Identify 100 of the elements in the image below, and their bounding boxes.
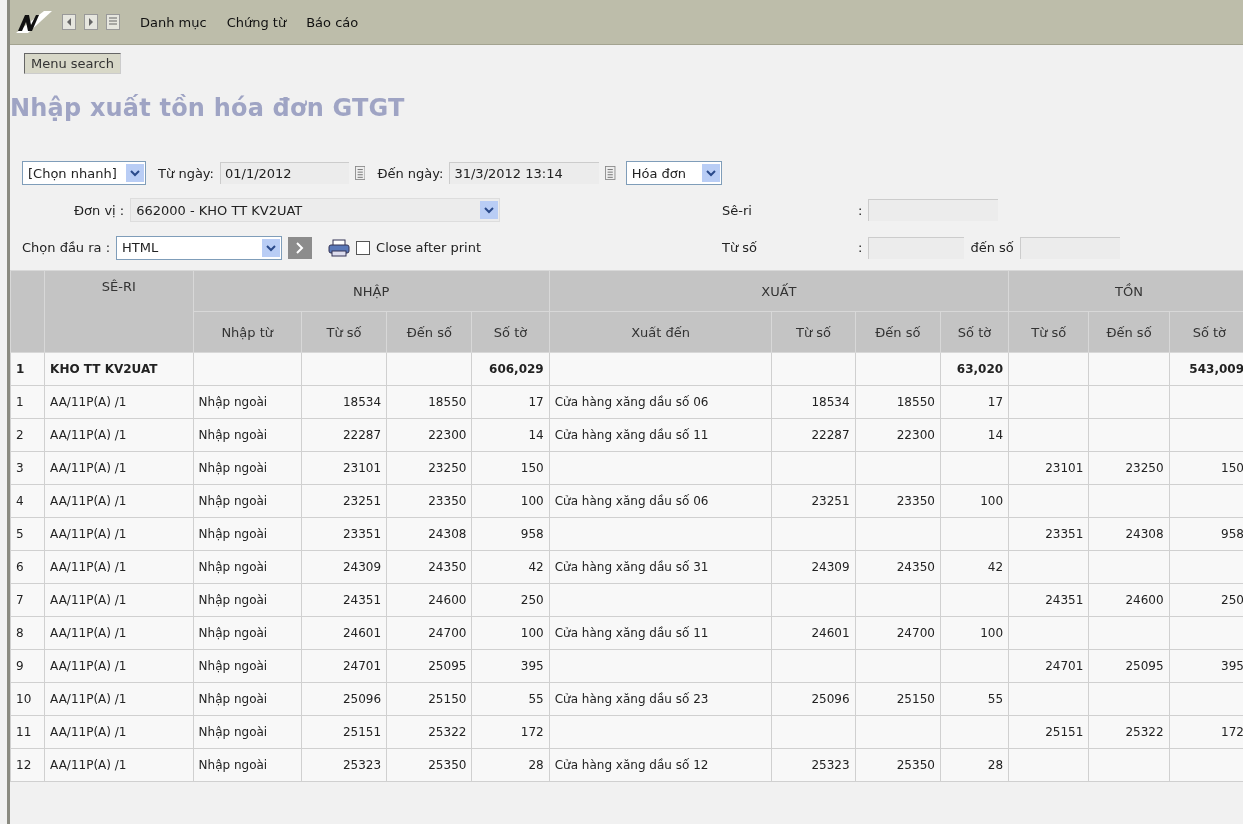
table-cell: 24351	[1008, 583, 1089, 617]
table-cell: 23101	[1008, 451, 1089, 485]
table-cell: Nhập ngoài	[193, 748, 302, 782]
table-cell: 395	[1169, 649, 1243, 683]
table-cell: Cửa hàng xăng dầu số 11	[549, 616, 772, 650]
row-number: 10	[10, 682, 45, 716]
table-cell: 22300	[386, 418, 472, 452]
table-cell: 23251	[301, 484, 387, 518]
from-date-field[interactable]: 01/1/2012	[220, 162, 349, 184]
table-cell: 23250	[1088, 451, 1170, 485]
table-cell: Cửa hàng xăng dầu số 12	[549, 748, 772, 782]
output-dropdown[interactable]: HTML	[116, 235, 283, 260]
menu-item[interactable]: Báo cáo	[306, 14, 359, 30]
table-cell: 17	[940, 385, 1009, 419]
checkbox-label: Close after print	[376, 240, 482, 256]
next-button[interactable]	[84, 14, 98, 30]
table-cell: KHO TT KV2UAT	[44, 352, 194, 386]
field-label: đến số	[970, 240, 1014, 256]
table-cell: 25150	[855, 682, 941, 716]
row-number: 3	[10, 451, 45, 485]
column-header: Từ số	[771, 311, 856, 353]
list-button[interactable]	[106, 14, 120, 30]
table-cell: 24701	[1008, 649, 1089, 683]
to-date-field[interactable]: 31/3/2012 13:14	[449, 162, 600, 184]
table-cell: 24309	[771, 550, 856, 584]
row-number: 8	[10, 616, 45, 650]
table-cell: 172	[471, 715, 550, 749]
checkbox[interactable]	[356, 240, 371, 255]
column-group-header: XUẤT	[549, 270, 1009, 312]
field-label: Đến ngày:	[377, 165, 444, 181]
table-cell: 25323	[771, 748, 856, 782]
table-cell: 172	[1169, 715, 1243, 749]
calendar-icon[interactable]	[355, 165, 366, 181]
document-type-dropdown[interactable]: Hóa đơn	[625, 161, 722, 185]
table-cell: 24600	[386, 583, 472, 617]
table-cell: 24309	[301, 550, 387, 584]
table-cell: Cửa hàng xăng dầu số 06	[549, 385, 772, 419]
row-number: 11	[10, 715, 45, 749]
table-cell: 150	[1169, 451, 1243, 485]
column-header: Xuất đến	[549, 311, 772, 353]
table-cell: Cửa hàng xăng dầu số 31	[549, 550, 772, 584]
table-cell: 24308	[1088, 517, 1170, 551]
column-header: SÊ-RI	[44, 270, 194, 353]
printer-icon[interactable]	[328, 238, 351, 257]
colon: :	[858, 240, 863, 256]
field-label: Đơn vị :	[74, 202, 125, 218]
unit-dropdown[interactable]: 662000 - KHO TT KV2UAT	[130, 198, 501, 223]
calendar-icon[interactable]	[605, 165, 616, 181]
column-header: Từ số	[1008, 311, 1089, 353]
table-cell: 25150	[386, 682, 472, 716]
table-cell: AA/11P(A) /1	[44, 484, 194, 518]
table-cell: 395	[471, 649, 550, 683]
table-cell: 17	[471, 385, 550, 419]
table-cell: Nhập ngoài	[193, 418, 302, 452]
table-cell: 18550	[386, 385, 472, 419]
table-cell: AA/11P(A) /1	[44, 385, 194, 419]
table-cell: 22287	[301, 418, 387, 452]
table-cell: 42	[940, 550, 1009, 584]
table-cell: 24350	[386, 550, 472, 584]
table-cell: 42	[471, 550, 550, 584]
table-cell: 25322	[1088, 715, 1170, 749]
quick-select-dropdown[interactable]: [Chọn nhanh]	[22, 161, 147, 185]
field-label: Chọn đầu ra :	[22, 240, 111, 256]
table-cell: 24600	[1088, 583, 1170, 617]
table-cell: 14	[471, 418, 550, 452]
chevron-down-icon	[706, 169, 716, 177]
previous-button[interactable]	[62, 14, 76, 30]
row-number: 9	[10, 649, 45, 683]
table-cell: AA/11P(A) /1	[44, 649, 194, 683]
table-cell: Nhập ngoài	[193, 517, 302, 551]
column-header: Nhập từ	[193, 311, 302, 353]
table-cell: 25151	[1008, 715, 1089, 749]
table-cell: AA/11P(A) /1	[44, 616, 194, 650]
from-number-field[interactable]	[868, 236, 965, 259]
series-field[interactable]	[868, 199, 999, 222]
menu-item[interactable]: Danh mục	[140, 14, 207, 30]
chevron-right-icon	[296, 241, 305, 254]
table-cell: 25095	[386, 649, 472, 683]
row-number: 6	[10, 550, 45, 584]
table-cell: 24700	[855, 616, 941, 650]
table-cell: 25323	[301, 748, 387, 782]
table-cell: 25322	[386, 715, 472, 749]
table-cell: AA/11P(A) /1	[44, 550, 194, 584]
go-button[interactable]	[288, 236, 313, 259]
to-number-field[interactable]	[1019, 236, 1120, 259]
table-cell: 606,029	[471, 352, 550, 386]
logo-icon	[14, 9, 54, 35]
field-label: Sê-ri	[722, 202, 753, 218]
chevron-down-icon	[130, 169, 141, 177]
row-number: 1	[10, 352, 45, 386]
menu-search-button[interactable]: Menu search	[24, 53, 121, 74]
table-cell: 23351	[1008, 517, 1089, 551]
table-cell: 100	[940, 484, 1009, 518]
table-cell: 18534	[771, 385, 856, 419]
row-number: 5	[10, 517, 45, 551]
table-cell: AA/11P(A) /1	[44, 583, 194, 617]
table-cell: 25096	[771, 682, 856, 716]
table-cell: 25096	[301, 682, 387, 716]
menu-item[interactable]: Chứng từ	[226, 14, 287, 30]
column-header: Đến số	[855, 311, 941, 353]
